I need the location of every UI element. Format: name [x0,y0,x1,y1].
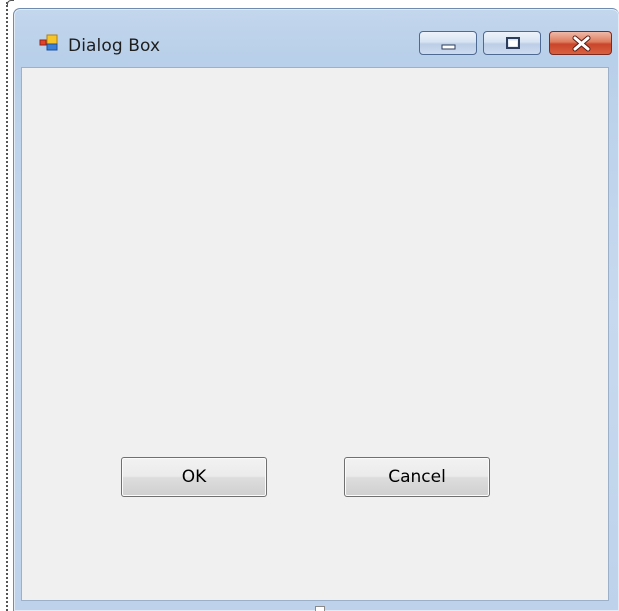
minimize-icon [441,44,456,50]
minimize-button[interactable] [419,31,477,55]
dialog-client-area: OK Cancel [21,67,609,601]
designer-selection-corner [7,0,14,5]
title-bar[interactable]: Dialog Box [14,9,619,67]
cancel-button[interactable]: Cancel [344,457,490,497]
maximize-button[interactable] [483,31,541,55]
close-icon [572,35,591,52]
designer-canvas: Dialog Box OK Cancel [0,0,619,611]
form-icon[interactable] [39,33,59,53]
maximize-icon [506,37,520,49]
close-button[interactable] [549,31,612,55]
designer-selection-edge [6,2,8,611]
dialog-window: Dialog Box OK Cancel [13,8,619,611]
ok-button[interactable]: OK [121,457,267,497]
window-title: Dialog Box [68,36,161,56]
designer-resize-handle[interactable] [315,606,325,611]
